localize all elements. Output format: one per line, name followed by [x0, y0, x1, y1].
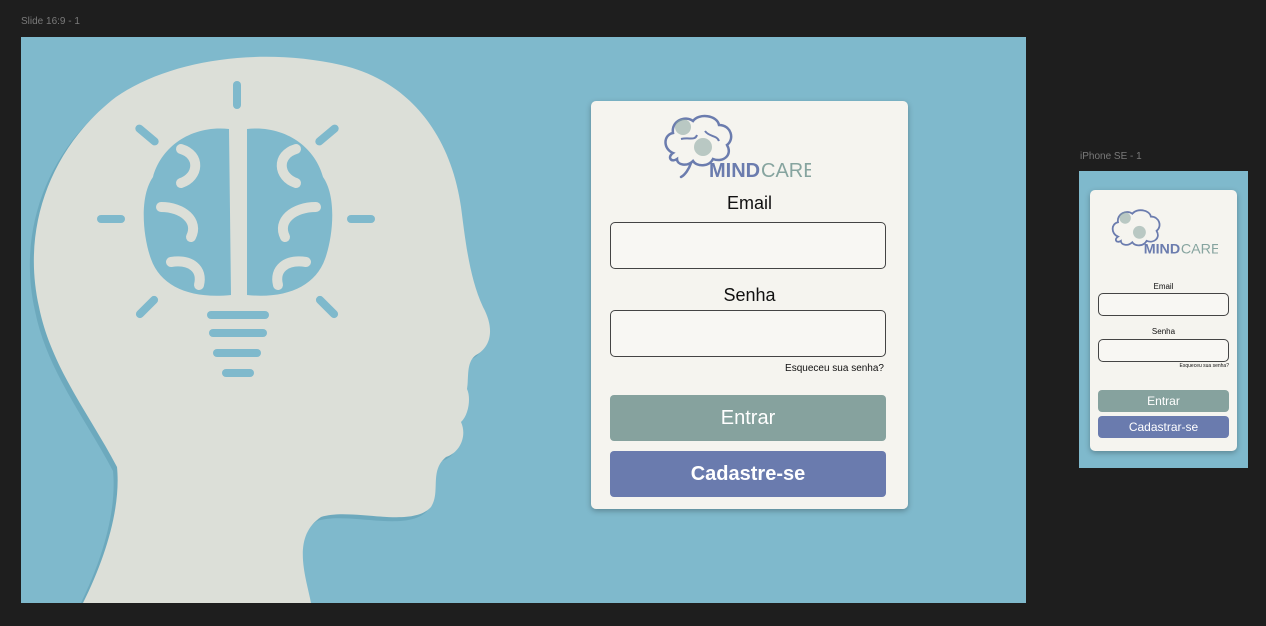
mobile-brain-icon: [1111, 209, 1161, 247]
mobile-mindcare-logo: MIND CARE: [1111, 209, 1218, 258]
mobile-signup-button[interactable]: Cadastrar-se: [1098, 416, 1229, 438]
frame-label-desktop: Slide 16:9 - 1: [21, 16, 80, 27]
mobile-enter-button[interactable]: Entrar: [1098, 390, 1229, 412]
mobile-login-card: MIND CARE Email Senha Esqueceu sua senha…: [1090, 190, 1237, 451]
signup-button[interactable]: Cadastre-se: [610, 451, 886, 497]
enter-button[interactable]: Entrar: [610, 395, 886, 441]
logo-text-care: CARE: [761, 160, 811, 182]
mobile-logo-text-care: CARE: [1181, 242, 1218, 258]
mobile-password-input[interactable]: [1098, 339, 1229, 362]
frame-label-phone: iPhone SE - 1: [1080, 151, 1142, 162]
desktop-frame: MIND CARE Email Senha Esqueceu sua senha…: [21, 37, 1026, 603]
mobile-password-label: Senha: [1151, 327, 1176, 336]
phone-frame: MIND CARE Email Senha Esqueceu sua senha…: [1079, 171, 1248, 468]
email-label: Email: [726, 193, 772, 213]
mindcare-logo: MIND CARE: [664, 114, 811, 182]
password-input[interactable]: [610, 310, 886, 357]
login-card: MIND CARE Email Senha Esqueceu sua senha…: [591, 101, 908, 509]
mobile-forgot-password-link[interactable]: Esqueceu sua senha?: [1180, 363, 1229, 369]
password-label: Senha: [723, 285, 776, 305]
email-input[interactable]: [610, 222, 886, 269]
forgot-password-link[interactable]: Esqueceu sua senha?: [785, 363, 884, 374]
mobile-email-label: Email: [1153, 282, 1174, 291]
mobile-logo-text-mind: MIND: [1144, 242, 1180, 258]
mobile-email-input[interactable]: [1098, 293, 1229, 316]
logo-text-mind: MIND: [709, 160, 760, 182]
